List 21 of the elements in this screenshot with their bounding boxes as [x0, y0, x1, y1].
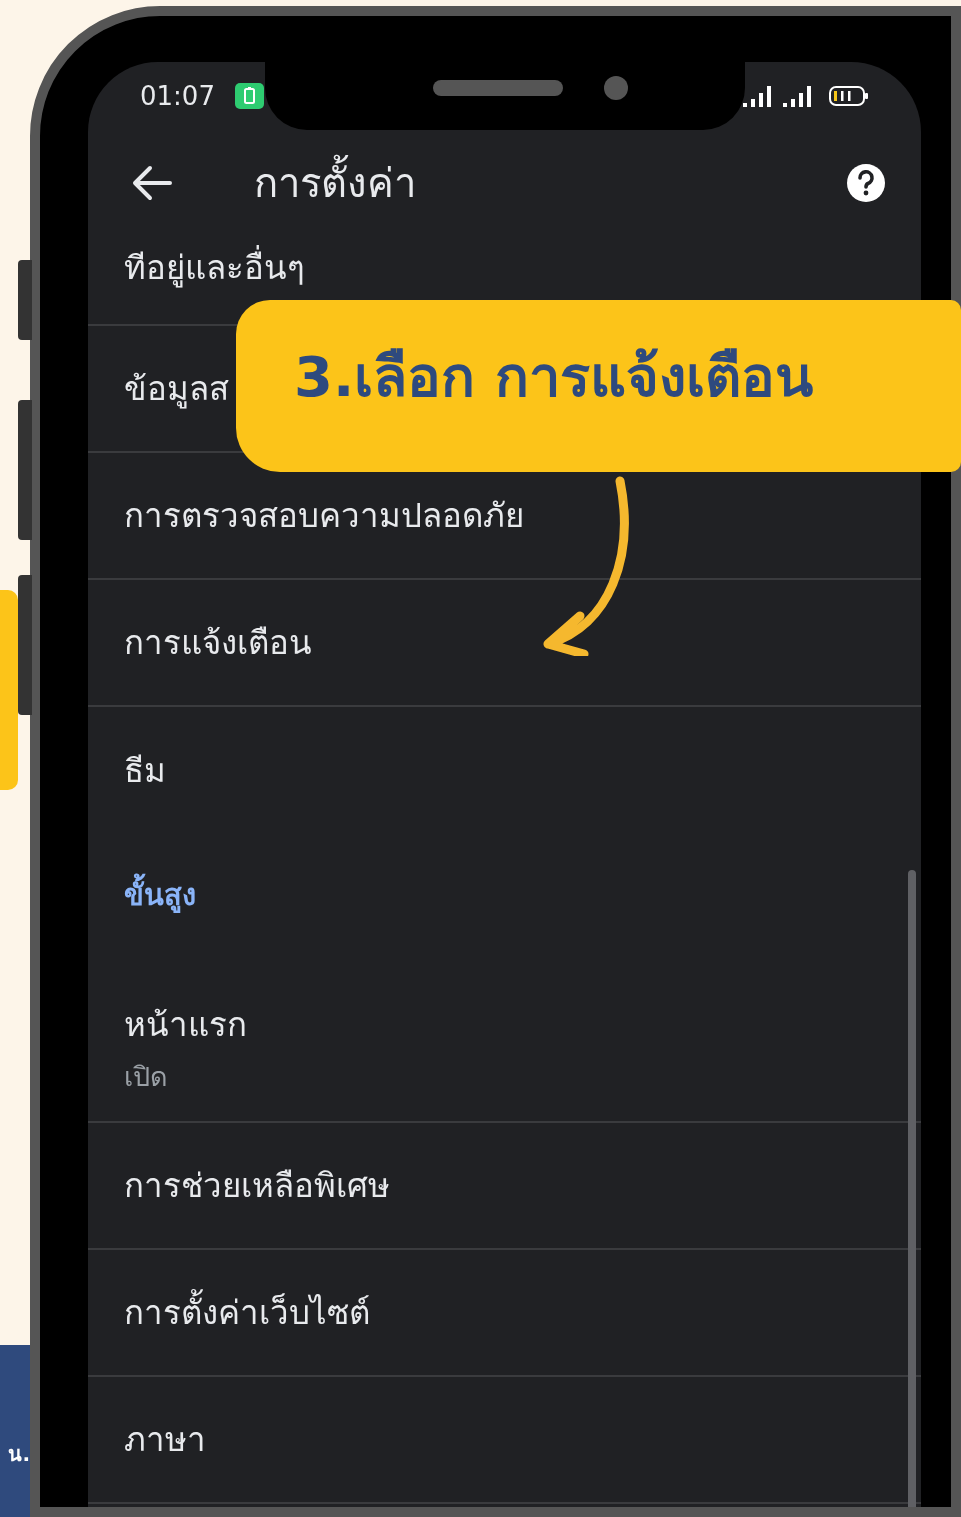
status-time: 01:07 [140, 81, 215, 111]
battery-icon [829, 86, 869, 106]
settings-item[interactable]: การแจ้งเตือน [124, 616, 312, 669]
settings-item[interactable]: หน้าแรก [124, 998, 247, 1051]
settings-item[interactable]: ข้อมูลส [124, 362, 229, 415]
side-label: น. [8, 1441, 30, 1468]
back-arrow-icon[interactable] [132, 164, 172, 201]
settings-item[interactable]: การช่วยเหลือพิเศษ [124, 1159, 390, 1212]
settings-item[interactable]: การตั้งค่าเว็บไซต์ [124, 1286, 370, 1339]
signal-icon [743, 84, 773, 108]
settings-item[interactable]: ธีม [124, 744, 166, 797]
item-status: เปิด [124, 1060, 168, 1094]
signal-icon [783, 84, 813, 108]
settings-item[interactable]: การตรวจสอบความปลอดภัย [124, 489, 524, 542]
settings-item[interactable]: ภาษา [124, 1413, 206, 1466]
page-title: การตั้งค่า [254, 150, 416, 215]
help-icon[interactable] [846, 162, 886, 203]
battery-charging-icon [234, 83, 264, 109]
callout-text: 3.เลือก การแจ้งเตือน [294, 342, 813, 411]
settings-item[interactable]: ทีอยู่และอื่นๆ [124, 241, 305, 294]
section-header: ขั้นสูง [88, 834, 921, 955]
